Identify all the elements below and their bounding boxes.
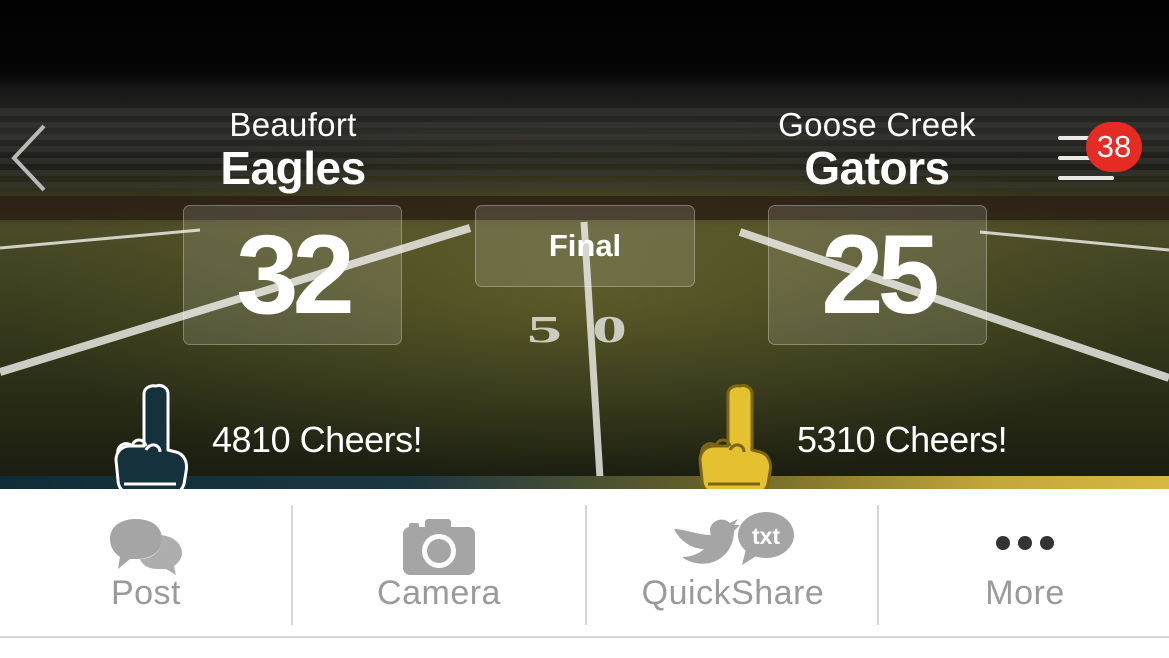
- home-cheers-count: 4810 Cheers!: [212, 419, 423, 460]
- post-button[interactable]: Post: [0, 489, 292, 634]
- camera-label: Camera: [377, 574, 501, 612]
- speech-bubbles-icon: [110, 519, 182, 575]
- game-status: Final: [475, 205, 695, 287]
- action-bar: Post Camera txt QuickShare More: [0, 489, 1169, 658]
- action-bar-border: [0, 636, 1169, 638]
- away-score: 25: [768, 205, 987, 345]
- post-label: Post: [110, 574, 182, 612]
- twitter-txt-icon: txt: [674, 512, 794, 565]
- home-score: 32: [183, 205, 402, 345]
- quickshare-label: QuickShare: [641, 574, 825, 612]
- quickshare-button[interactable]: txt QuickShare: [587, 489, 879, 634]
- away-cheers-count: 5310 Cheers!: [797, 419, 1008, 460]
- home-team: Beaufort Eagles: [128, 106, 458, 192]
- yard-marker: 50: [527, 309, 657, 351]
- away-foam-finger-icon[interactable]: [694, 380, 776, 500]
- away-team-city: Goose Creek: [778, 106, 976, 143]
- home-foam-finger-icon[interactable]: [110, 380, 192, 500]
- chevron-left-icon[interactable]: [10, 122, 50, 194]
- home-team-city: Beaufort: [229, 106, 357, 143]
- more-label: More: [985, 574, 1065, 612]
- notification-badge: 38: [1086, 122, 1142, 172]
- away-team: Goose Creek Gators: [712, 106, 1042, 192]
- txt-icon-label: txt: [752, 523, 780, 549]
- ellipsis-icon: [996, 536, 1054, 550]
- camera-icon: [403, 519, 475, 575]
- more-button[interactable]: More: [879, 489, 1169, 634]
- camera-button[interactable]: Camera: [293, 489, 585, 634]
- home-team-name: Eagles: [220, 142, 366, 194]
- away-team-name: Gators: [804, 142, 950, 194]
